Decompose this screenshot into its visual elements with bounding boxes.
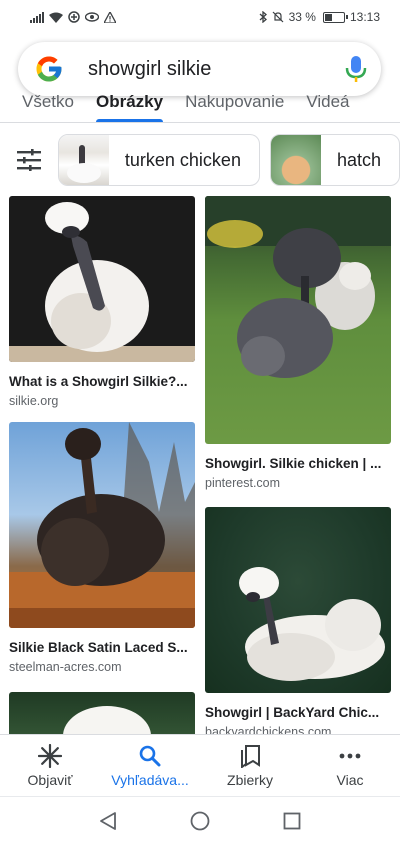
mute-icon [272, 11, 284, 23]
mic-icon[interactable] [345, 55, 367, 83]
search-icon [139, 745, 161, 766]
nav-label: Vyhľadáva... [111, 771, 189, 788]
result-source: backyardchickens.com [205, 725, 332, 734]
nav-more[interactable]: Viac [300, 735, 400, 796]
tab-all[interactable]: Všetko [11, 92, 85, 122]
image-result[interactable] [9, 692, 195, 734]
status-icons-left [30, 11, 116, 23]
nav-label: Zbierky [227, 771, 273, 788]
result-image[interactable] [205, 196, 391, 444]
bluetooth-icon [259, 11, 267, 23]
nav-discover[interactable]: Objaviť [0, 735, 100, 796]
result-image[interactable] [9, 196, 195, 362]
result-caption[interactable]: Showgirl | BackYard Chic... [205, 705, 391, 720]
result-caption[interactable]: Silkie Black Satin Laced S... [9, 640, 195, 655]
result-source: silkie.org [9, 394, 59, 408]
recents-button[interactable] [281, 810, 303, 832]
home-circle-icon [190, 811, 210, 830]
battery-percent: 33 % [288, 10, 316, 24]
clock: 13:13 [349, 10, 380, 24]
collections-icon [241, 744, 260, 768]
back-triangle-icon [100, 811, 116, 830]
status-icons-right: 33 % 13:13 [259, 11, 380, 23]
nav-search[interactable]: Vyhľadáva... [100, 735, 200, 796]
nav-label: Viac [336, 771, 364, 788]
result-image[interactable] [205, 507, 391, 693]
related-chips: turken chicken hatch [0, 133, 400, 187]
result-source: pinterest.com [205, 476, 281, 490]
recents-square-icon [283, 812, 301, 829]
warning-icon [104, 11, 116, 23]
back-button[interactable] [97, 810, 119, 832]
chip-label: hatch [336, 149, 381, 170]
result-source: steelman-acres.com [9, 660, 122, 674]
result-caption[interactable]: Showgirl. Silkie chicken | ... [205, 456, 391, 471]
eye-comfort-icon [85, 12, 99, 22]
battery-icon [322, 11, 348, 23]
image-result[interactable]: Silkie Black Satin Laced S... steelman-a… [9, 422, 195, 674]
nav-label: Objaviť [27, 771, 73, 788]
chip-turken-chicken[interactable]: turken chicken [57, 134, 260, 186]
result-caption[interactable]: What is a Showgirl Silkie?... [9, 374, 195, 389]
tabs-divider [0, 122, 400, 123]
tune-icon [16, 149, 41, 171]
tab-shopping[interactable]: Nakupovanie [174, 92, 295, 122]
search-tabs: Všetko Obrázky Nakupovanie Videá [0, 88, 400, 122]
chip-label: turken chicken [124, 149, 241, 170]
battery-level [324, 13, 332, 21]
image-result[interactable]: Showgirl | BackYard Chic... backyardchic… [205, 507, 391, 734]
result-image[interactable] [9, 422, 195, 628]
search-query[interactable]: showgirl silkie [88, 58, 345, 81]
chip-thumbnail [270, 135, 321, 185]
image-result[interactable]: What is a Showgirl Silkie?... silkie.org [9, 196, 195, 408]
image-result[interactable]: Showgirl. Silkie chicken | ... pinterest… [205, 196, 391, 490]
status-bar: 33 % 13:13 [0, 0, 400, 34]
system-navigation-bar [0, 796, 400, 844]
chip-thumbnail [58, 135, 109, 185]
tab-images[interactable]: Obrázky [85, 92, 174, 122]
signal-icon [30, 11, 44, 23]
data-saver-icon [68, 11, 80, 23]
asterisk-icon [38, 743, 62, 768]
tab-videos[interactable]: Videá [295, 92, 360, 122]
filter-button[interactable] [10, 134, 48, 186]
more-icon [339, 753, 361, 758]
nav-collections[interactable]: Zbierky [200, 735, 300, 796]
result-image[interactable] [9, 692, 195, 734]
wifi-icon [49, 12, 63, 23]
chip-hatch[interactable]: hatch [269, 134, 400, 186]
google-logo-icon [36, 56, 62, 82]
bottom-navigation: Objaviť Vyhľadáva... Zbierky Viac [0, 734, 400, 796]
home-button[interactable] [189, 810, 211, 832]
image-results-grid: What is a Showgirl Silkie?... silkie.org… [0, 196, 400, 734]
